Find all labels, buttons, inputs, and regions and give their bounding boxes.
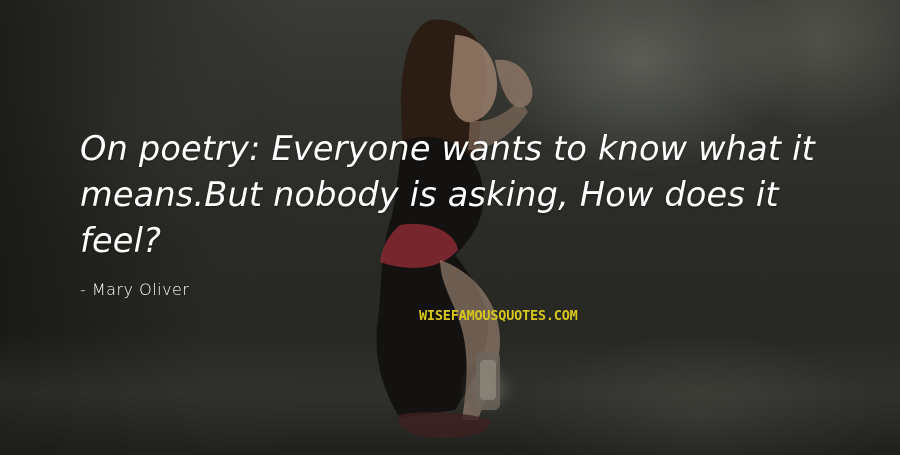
quote-text: On poetry: Everyone wants to know what i…: [80, 129, 815, 261]
wisefamousquotes-watermark: WISEFAMOUSQUOTES.COM: [419, 309, 578, 323]
quote-author: - Mary Oliver: [80, 280, 190, 299]
quote-card: On poetry: Everyone wants to know what i…: [0, 0, 900, 455]
